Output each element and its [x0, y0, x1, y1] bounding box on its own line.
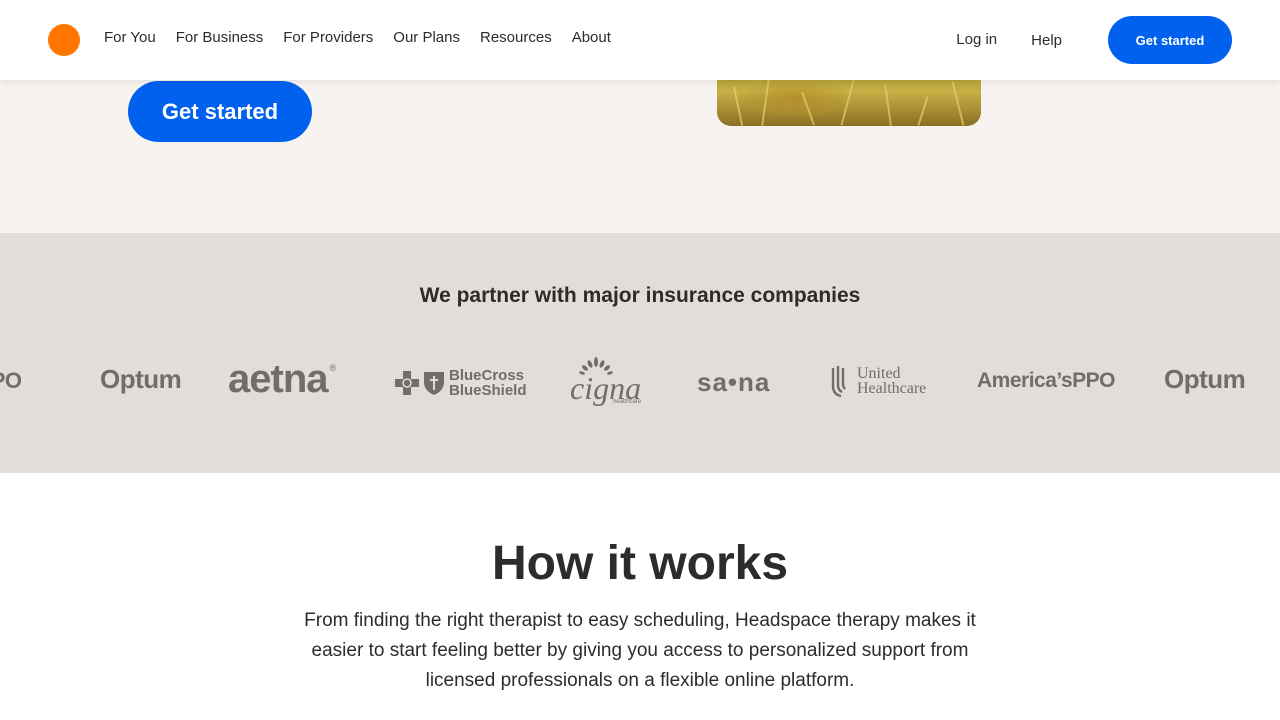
- sana-logo: sa•na: [697, 367, 771, 397]
- help-link[interactable]: Help: [1031, 32, 1062, 49]
- hero-get-started-button[interactable]: Get started: [128, 81, 312, 142]
- americas-ppo-logo: America’sPPO: [977, 369, 1115, 392]
- top-nav: For You For Business For Providers Our P…: [0, 0, 1280, 80]
- insurance-partners-section: We partner with major insurance companie…: [0, 233, 1280, 473]
- nav-our-plans[interactable]: Our Plans: [393, 29, 460, 46]
- uhc-wordmark: United Healthcare: [857, 365, 927, 397]
- united-healthcare-logo: United Healthcare: [830, 364, 926, 398]
- cigna-logo: cigna healthcare: [570, 357, 641, 405]
- login-link[interactable]: Log in: [956, 31, 997, 48]
- nav-for-you[interactable]: For You: [104, 29, 156, 46]
- headspace-logo[interactable]: [48, 24, 80, 56]
- cigna-subtext: healthcare: [613, 399, 642, 405]
- nav-for-providers[interactable]: For Providers: [283, 29, 373, 46]
- nav-links: For You For Business For Providers Our P…: [104, 29, 631, 46]
- bcbs-line-1: BlueCross: [449, 367, 525, 384]
- nav-about[interactable]: About: [572, 29, 611, 46]
- bcbs-line-2: BlueShield: [449, 382, 527, 399]
- aetna-wordmark: aetna: [228, 357, 328, 401]
- partners-heading: We partner with major insurance companie…: [419, 284, 861, 307]
- bcbs-wordmark: BlueCross BlueShield: [449, 368, 527, 398]
- bluecross-blueshield-logo: BlueCross BlueShield: [394, 368, 527, 398]
- bluecross-icon: [395, 371, 419, 395]
- optum-logo: Optum: [1164, 364, 1246, 394]
- uhc-line-2: Healthcare: [857, 380, 927, 397]
- uhc-icon: [831, 366, 846, 398]
- aetna-logo: aetna ®: [228, 357, 337, 402]
- americas-ppo-logo: ’sPPO: [0, 368, 22, 393]
- how-it-works-description: From finding the right therapist to easy…: [304, 610, 976, 691]
- aetna-registered-mark: ®: [329, 362, 337, 373]
- blueshield-icon: [424, 372, 444, 395]
- optum-logo: Optum: [100, 364, 182, 394]
- nav-get-started-button[interactable]: Get started: [1108, 16, 1232, 64]
- nav-resources[interactable]: Resources: [480, 29, 552, 46]
- uhc-line-1: United: [857, 365, 901, 382]
- how-it-works-heading: How it works: [491, 537, 789, 590]
- nav-actions: Log in Help Get started: [956, 16, 1232, 64]
- nav-for-business[interactable]: For Business: [176, 29, 264, 46]
